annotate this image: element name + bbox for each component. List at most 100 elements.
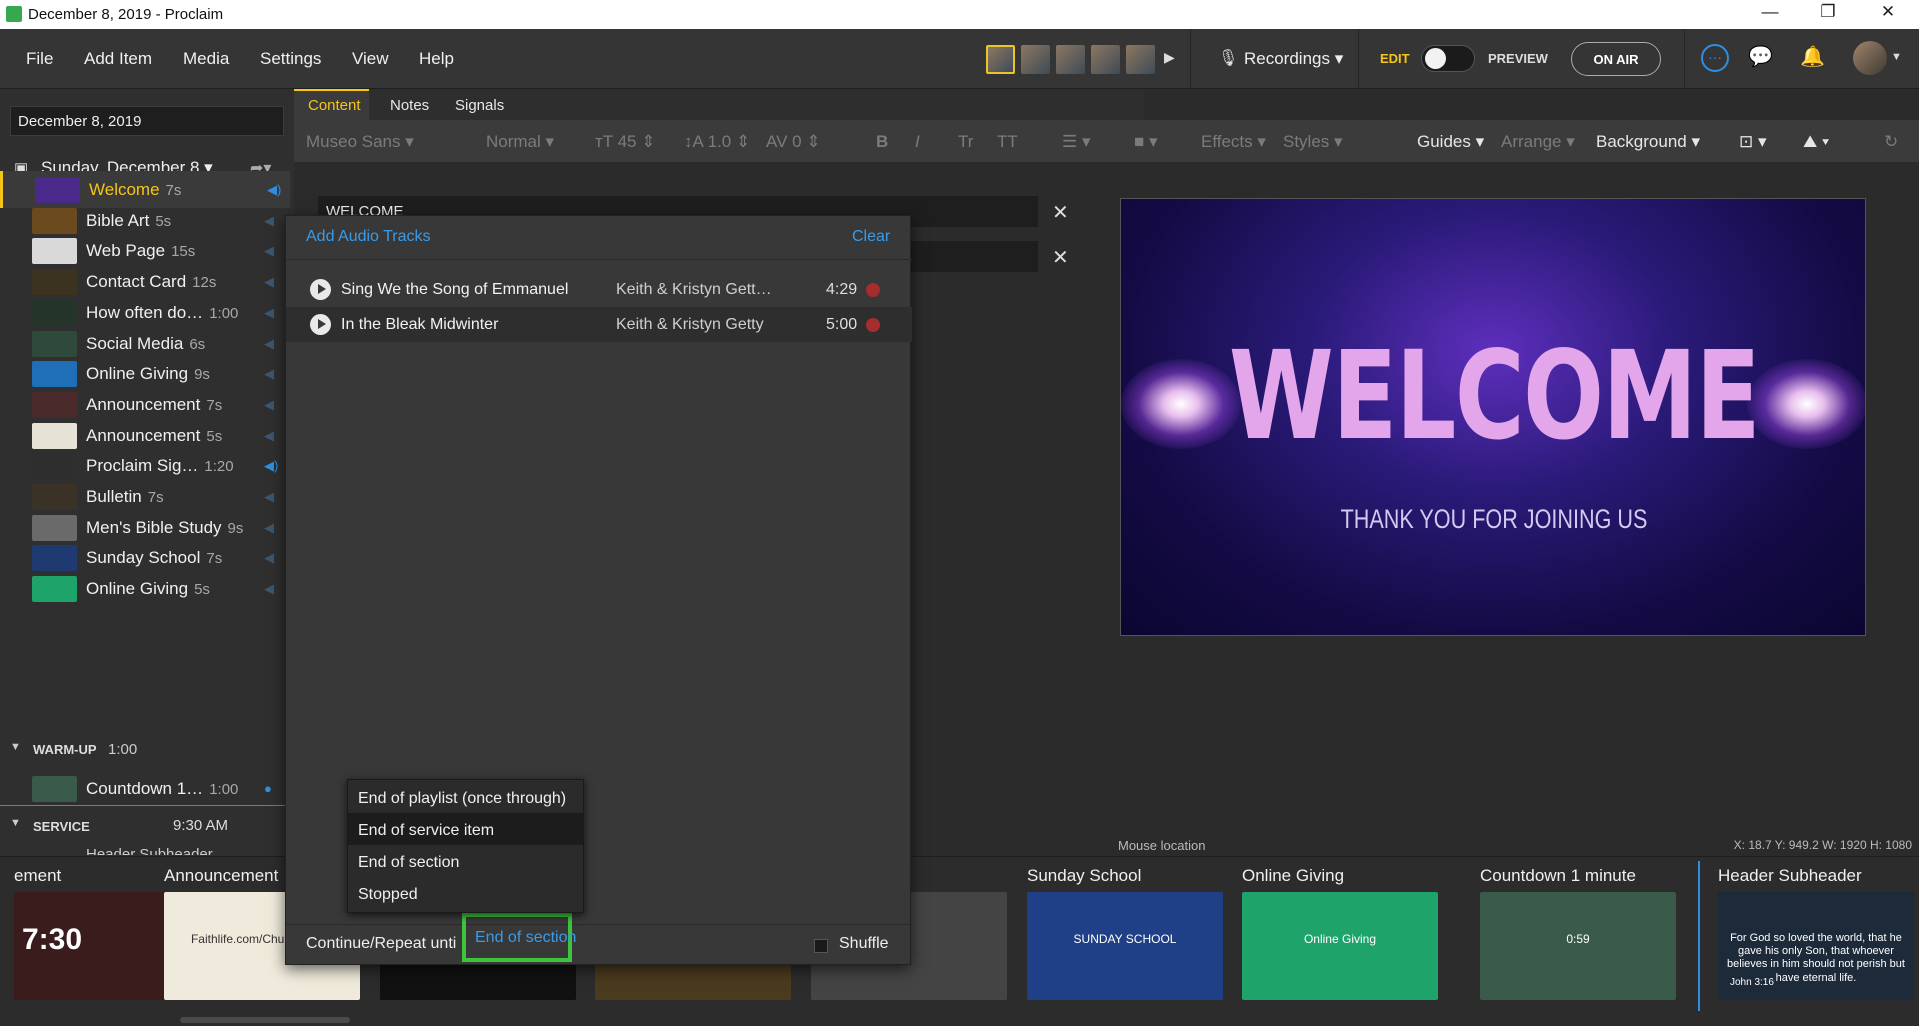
line-height-stepper[interactable]: ↕A 1.0 ⇕ [684,132,750,152]
text-box-icon[interactable]: ⊡ ▾ [1739,132,1767,152]
item-name: Bible Art 5s [86,210,172,230]
chat-icon[interactable]: 💬 [1748,44,1773,69]
remove-track-icon[interactable] [866,318,880,332]
audio-icon[interactable]: ◀) [264,458,280,474]
audio-icon[interactable]: ◀ [264,213,280,229]
slide-title: WELCOME [1228,325,1761,467]
schedule-item-countdown[interactable]: Countdown 1… 1:00 ● [0,770,290,807]
continue-repeat-dropdown[interactable]: End of section [462,913,576,962]
remove-track-icon[interactable] [866,283,880,297]
microphone-icon: 🎙 [1218,50,1239,67]
collaborator-avatar[interactable] [986,45,1015,74]
item-name: Proclaim Sig… 1:20 [86,456,234,476]
slide-preview[interactable]: WELCOME THANK YOU FOR JOINING US [1120,198,1866,636]
font-size-stepper[interactable]: ᴛT 45 ⇕ [595,132,655,152]
clear-link[interactable]: Clear [852,228,890,246]
card-thumbnail: 0:59 [1480,892,1676,1000]
audio-icon[interactable]: ◀ [264,550,280,566]
audio-icon[interactable]: ◀) [267,182,283,198]
audio-icon[interactable]: ● [264,781,280,797]
menu-settings[interactable]: Settings [260,49,321,69]
collaborator-avatar[interactable] [1091,45,1120,74]
item-thumbnail [32,422,77,449]
audio-track-row[interactable]: Sing We the Song of Emmanuel Keith & Kris… [286,272,912,307]
italic-icon[interactable]: I [915,132,920,152]
audio-icon[interactable]: ◀ [264,366,280,382]
more-options-icon[interactable]: ··· [1701,44,1729,72]
play-icon[interactable] [310,279,331,300]
collaborator-avatar[interactable] [1126,45,1155,74]
slide-card[interactable]: Sunday School SUNDAY SCHOOL [1027,857,1232,1007]
item-name: Announcement 7s [86,394,223,414]
letter-spacing-stepper[interactable]: AV 0 ⇕ [766,132,821,152]
strip-scrollbar[interactable] [180,1017,350,1023]
repeat-option[interactable]: End of playlist (once through) [348,781,583,813]
repeat-option[interactable]: End of section [348,845,583,877]
effects-menu[interactable]: Effects ▾ [1201,132,1266,152]
on-air-button[interactable]: ON AIR [1571,42,1661,76]
small-caps-icon[interactable]: Tr [958,132,973,152]
undo-icon[interactable]: ↻ [1884,132,1898,152]
menu-help[interactable]: Help [419,49,454,69]
more-collaborators-icon[interactable]: ▶ [1164,49,1175,66]
tab-content[interactable]: Content [308,97,361,114]
audio-icon[interactable]: ◀ [264,336,280,352]
presentation-name-field[interactable]: December 8, 2019 [10,106,284,136]
user-menu-chevron-icon[interactable]: ▼ [1891,51,1902,63]
font-family-select[interactable]: Museo Sans ▾ [306,132,414,152]
menu-file[interactable]: File [26,49,53,69]
slide-card[interactable]: Countdown 1 minute 0:59 [1480,857,1685,1007]
schedule-item[interactable]: Online Giving 5s ◀ [0,570,290,607]
text-toolbar: Museo Sans ▾ Normal ▾ ᴛT 45 ⇕ ↕A 1.0 ⇕ A… [294,120,1919,162]
play-icon[interactable] [310,314,331,335]
slide-card[interactable]: Online Giving Online Giving [1242,857,1447,1007]
audio-icon[interactable]: ◀ [264,428,280,444]
item-name: Online Giving 5s [86,579,210,599]
repeat-option[interactable]: End of service item [348,813,583,845]
bold-icon[interactable]: B [876,132,888,152]
add-audio-tracks-link[interactable]: Add Audio Tracks [306,228,431,246]
shuffle-checkbox[interactable] [814,939,828,953]
align-icon[interactable]: ☰ ▾ [1062,132,1091,152]
item-thumbnail [32,238,77,265]
card-thumbnail: Online Giving [1242,892,1438,1000]
collaborator-avatar[interactable] [1056,45,1085,74]
menu-media[interactable]: Media [183,49,229,69]
audio-icon[interactable]: ◀ [264,489,280,505]
remove-field-icon[interactable]: ✕ [1052,245,1069,270]
guides-menu[interactable]: Guides ▾ [1417,132,1484,152]
notification-bell-icon[interactable]: 🔔 [1800,44,1825,69]
warmup-collapse-icon[interactable]: ▼ [10,741,21,753]
menu-add-item[interactable]: Add Item [84,49,152,69]
audio-icon[interactable]: ◀ [264,243,280,259]
audio-icon[interactable]: ◀ [264,274,280,290]
user-avatar[interactable] [1853,41,1887,75]
audio-icon[interactable]: ◀ [264,581,280,597]
background-menu[interactable]: Background ▾ [1596,132,1700,152]
text-color-icon[interactable]: ■ ▾ [1134,132,1158,152]
collaborator-avatar[interactable] [1021,45,1050,74]
all-caps-icon[interactable]: TT [997,132,1018,152]
arrange-menu[interactable]: Arrange ▾ [1501,132,1575,152]
audio-icon[interactable]: ◀ [264,397,280,413]
audio-icon[interactable]: ◀ [264,520,280,536]
recordings-menu[interactable]: Recordings ▾ [1244,49,1343,69]
styles-menu[interactable]: Styles ▾ [1283,132,1343,152]
repeat-option[interactable]: Stopped [348,877,583,909]
remove-field-icon[interactable]: ✕ [1052,200,1069,225]
menu-view[interactable]: View [352,49,389,69]
service-collapse-icon[interactable]: ▼ [10,817,21,829]
minimize-button[interactable]: — [1750,2,1790,22]
tab-signals[interactable]: Signals [455,97,504,114]
image-icon[interactable]: ⛰ ▾ [1803,132,1829,152]
audio-track-row[interactable]: In the Bleak Midwinter Keith & Kristyn Ge… [286,307,912,342]
tab-notes[interactable]: Notes [390,97,429,114]
audio-icon[interactable]: ◀ [264,305,280,321]
font-weight-select[interactable]: Normal ▾ [486,132,554,152]
close-window-button[interactable]: ✕ [1868,2,1908,22]
edit-preview-toggle[interactable] [1421,45,1475,72]
maximize-button[interactable]: ❐ [1808,2,1848,22]
shuffle-label: Shuffle [839,935,889,952]
track-artist: Keith & Kristyn Getty [616,316,764,333]
partial-item-label: Header Subheader [86,846,213,855]
